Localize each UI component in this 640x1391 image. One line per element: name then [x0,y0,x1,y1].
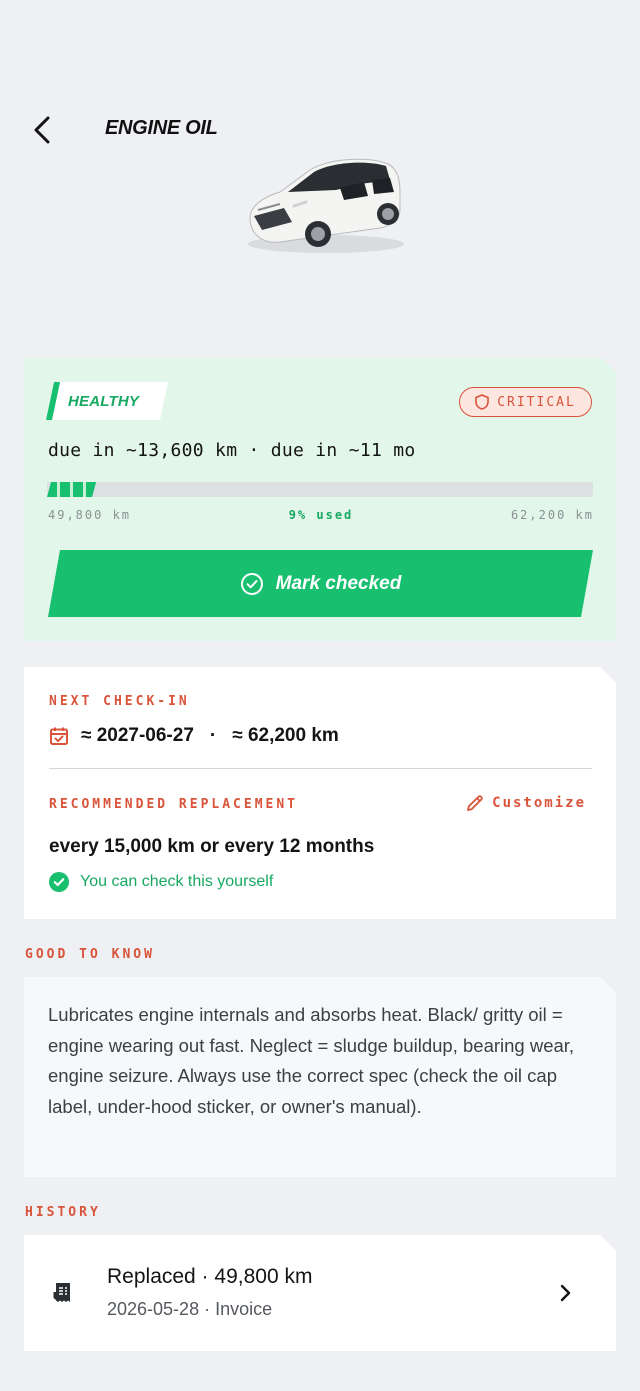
recommended-label: RECOMMENDED REPLACEMENT [49,797,299,812]
next-checkin-date: ≈ 2027-06-27 [81,725,194,746]
check-circle-filled-icon [49,872,69,892]
history-item[interactable]: Replaced · 49,800 km 2026-05-28 · Invoic… [24,1235,616,1351]
health-badge: HEALTHY [46,382,168,420]
history-label: HISTORY [25,1205,101,1220]
progress-bar [47,482,593,497]
receipt-icon [53,1283,70,1302]
back-button[interactable] [26,112,58,148]
due-text: due in ~13,600 km · due in ~11 mo [48,440,416,461]
checkin-card: NEXT CHECK-IN ≈ 2027-06-27 · ≈ 62,200 km… [24,667,616,919]
next-checkin-separator: · [209,725,217,746]
range-end: 62,200 km [510,508,594,522]
car-image [248,158,404,253]
next-checkin-km: ≈ 62,200 km [232,725,339,746]
good-to-know-text: Lubricates engine internals and absorbs … [48,1004,575,1117]
self-check-note: You can check this yourself [49,872,273,892]
page-title: ENGINE OIL [105,117,218,139]
customize-button[interactable]: Customize [466,794,586,812]
history-subtitle: 2026-05-28 · Invoice [107,1299,273,1319]
next-checkin-label: NEXT CHECK-IN [49,694,190,709]
customize-label: Customize [492,795,586,811]
next-checkin-row: ≈ 2027-06-27 · ≈ 62,200 km [49,725,339,747]
progress-range: 49,800 km 9% used 62,200 km [48,508,594,522]
good-to-know-label: GOOD TO KNOW [25,947,155,962]
pencil-icon [467,795,483,811]
self-check-label: You can check this yourself [80,873,274,890]
severity-badge: CRITICAL [459,387,592,417]
progress-fill [47,482,96,497]
health-label: HEALTHY [68,392,140,410]
recommended-value: every 15,000 km or every 12 months [49,836,375,857]
good-to-know-card: Lubricates engine internals and absorbs … [24,977,616,1177]
calendar-check-icon [50,727,68,745]
chevron-right-icon [560,1284,571,1302]
chevron-left-icon [34,116,50,144]
history-title: Replaced · 49,800 km [107,1265,313,1288]
status-card: HEALTHY CRITICAL due in ~13,600 km · due… [24,358,616,641]
divider [49,768,592,769]
severity-label: CRITICAL [497,394,576,410]
check-circle-icon [240,572,264,596]
shield-icon [475,394,489,410]
mark-checked-button[interactable]: Mark checked [48,550,593,617]
range-used: 9% used [288,508,354,522]
range-start: 49,800 km [48,508,132,522]
mark-checked-label: Mark checked [275,572,402,594]
